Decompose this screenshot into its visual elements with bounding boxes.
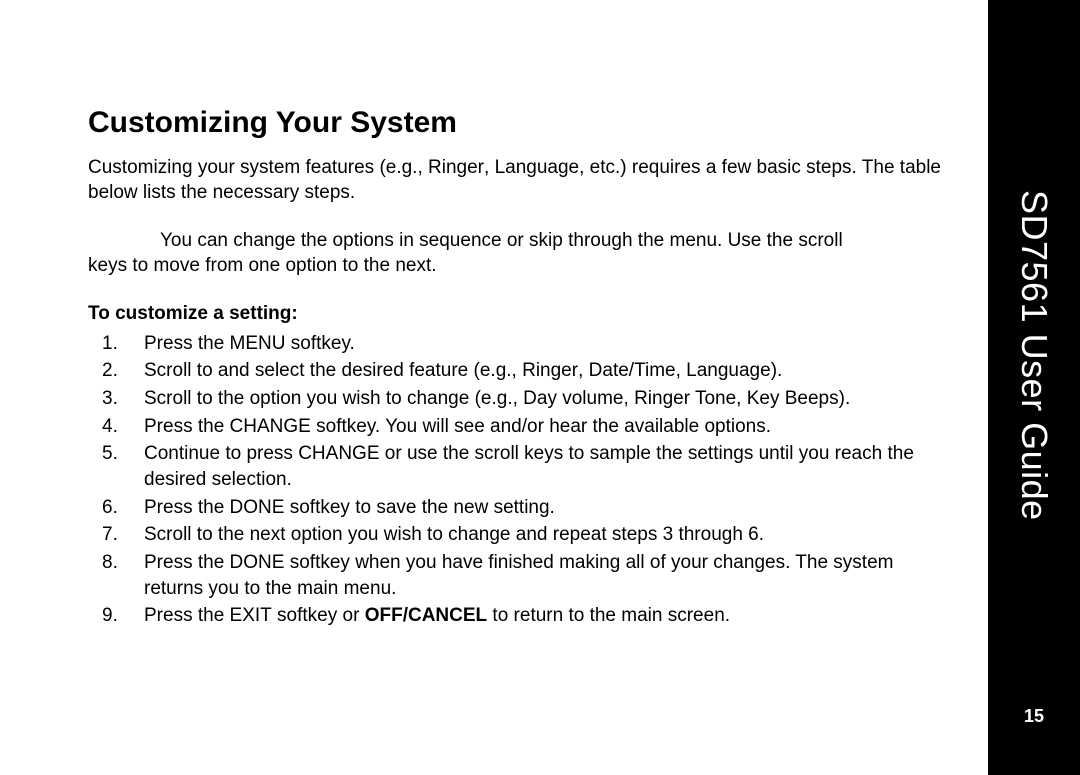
step-8: Press the DONE softkey when you have fin… (88, 550, 948, 601)
feature-datetime: Date/Time (589, 360, 676, 381)
step-2-a: Scroll to and select the desired feature… (144, 360, 522, 381)
intro-paragraph: Customizing your system features (e.g., … (88, 156, 948, 205)
intro-feat-ringer: Ringer (428, 157, 484, 178)
step-8-a: Press the (144, 552, 230, 573)
step-3-e: , (736, 388, 747, 409)
note-line2: keys to move from one option to the next… (88, 255, 437, 276)
page-title: Customizing Your System (88, 106, 948, 140)
intro-sep1: , (484, 157, 495, 178)
step-4-c: softkey. You will see and/or hear the av… (311, 416, 771, 437)
sidebar-title: SD7561 User Guide (1013, 190, 1055, 521)
step-2-e: , (676, 360, 687, 381)
exit-softkey-label: EXIT (230, 605, 272, 626)
step-4-a: Press the (144, 416, 230, 437)
step-1-c: softkey. (286, 333, 355, 354)
change-softkey-label-2: CHANGE (298, 443, 379, 464)
option-ringer-tone: Ringer Tone (634, 388, 736, 409)
intro-feat-language: Language (495, 157, 580, 178)
step-3-a: Scroll to the option you wish to change … (144, 388, 523, 409)
step-9-e: to return to the main screen. (487, 605, 730, 626)
steps-list: Press the MENU softkey. Scroll to and se… (88, 331, 948, 629)
note-paragraph: You can change the options in sequence o… (88, 229, 948, 278)
off-cancel-key-label: OFF/CANCEL (365, 605, 487, 626)
step-1-a: Press the (144, 333, 230, 354)
step-3: Scroll to the option you wish to change … (88, 386, 948, 412)
page: Customizing Your System Customizing your… (0, 0, 1080, 775)
subheading: To customize a setting: (88, 303, 948, 325)
option-day-volume: Day volume (523, 388, 623, 409)
step-6-a: Press the (144, 497, 230, 518)
feature-ringer: Ringer (522, 360, 578, 381)
content-area: Customizing Your System Customizing your… (0, 0, 988, 775)
note-line1: You can change the options in sequence o… (160, 230, 843, 251)
menu-softkey-label: MENU (230, 333, 286, 354)
step-7: Scroll to the next option you wish to ch… (88, 522, 948, 548)
step-9-a: Press the (144, 605, 230, 626)
done-softkey-label-2: DONE (230, 552, 285, 573)
step-1: Press the MENU softkey. (88, 331, 948, 357)
step-5: Continue to press CHANGE or use the scro… (88, 441, 948, 492)
step-2-c: , (578, 360, 589, 381)
step-2: Scroll to and select the desired feature… (88, 358, 948, 384)
step-9-c: softkey or (272, 605, 365, 626)
done-softkey-label: DONE (230, 497, 285, 518)
feature-language: Language (686, 360, 771, 381)
step-9: Press the EXIT softkey or OFF/CANCEL to … (88, 603, 948, 629)
sidebar: SD7561 User Guide 15 (988, 0, 1080, 775)
option-key-beeps: Key Beeps (747, 388, 839, 409)
step-2-g: ). (771, 360, 783, 381)
step-7-a: Scroll to the next option you wish to ch… (144, 524, 764, 545)
step-3-c: , (624, 388, 635, 409)
step-6-c: softkey to save the new setting. (284, 497, 554, 518)
step-4: Press the CHANGE softkey. You will see a… (88, 414, 948, 440)
change-softkey-label: CHANGE (230, 416, 311, 437)
step-6: Press the DONE softkey to save the new s… (88, 495, 948, 521)
page-number: 15 (1024, 706, 1044, 727)
step-5-a: Continue to press (144, 443, 298, 464)
step-3-g: ). (839, 388, 851, 409)
intro-pre: Customizing your system features (e.g., (88, 157, 428, 178)
